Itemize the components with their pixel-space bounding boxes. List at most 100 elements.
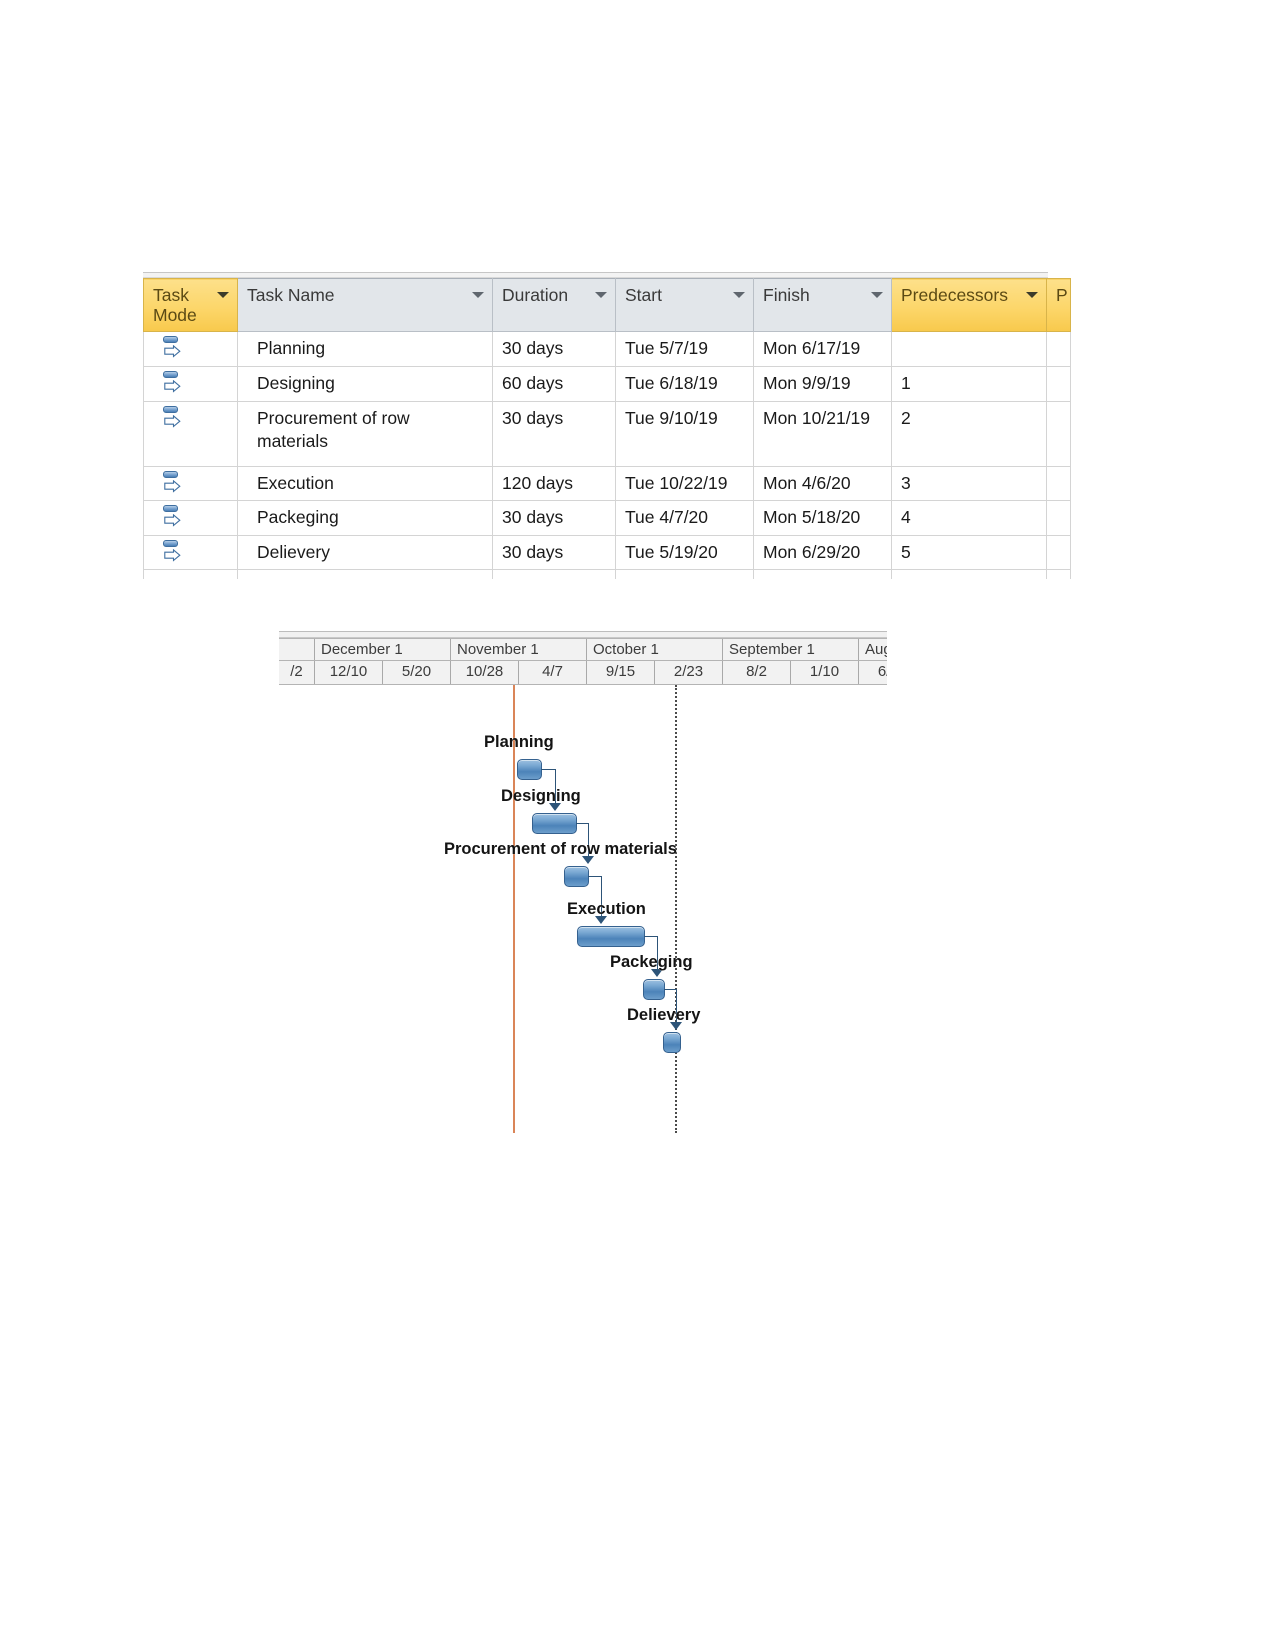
cell-start[interactable]	[615, 569, 754, 580]
cell-partial[interactable]	[1046, 331, 1071, 367]
cell-start[interactable]: Tue 4/7/20	[615, 500, 754, 536]
column-header-predecessors[interactable]: Predecessors	[891, 277, 1047, 333]
cell-finish[interactable]: Mon 6/29/20	[753, 534, 892, 571]
gantt-task-label-execution: Execution	[567, 900, 646, 918]
cell-finish[interactable]: Mon 5/18/20	[753, 500, 892, 536]
cell-start[interactable]: Tue 10/22/19	[615, 465, 754, 502]
cell-partial[interactable]	[1046, 400, 1071, 467]
filter-arrow-icon-task-mode[interactable]	[217, 292, 229, 298]
table-row[interactable]: Designing 60 days Tue 6/18/19 Mon 9/9/19…	[143, 365, 1071, 402]
cell-duration[interactable]	[492, 569, 616, 580]
filter-arrow-icon-predecessors[interactable]	[1026, 292, 1038, 298]
cell-finish[interactable]: Mon 6/17/19	[753, 331, 892, 367]
table-row-empty[interactable]	[143, 569, 1071, 580]
cell-predecessors[interactable]: 3	[891, 465, 1047, 502]
cell-predecessors[interactable]	[891, 331, 1047, 367]
auto-schedule-icon[interactable]	[162, 370, 182, 394]
cell-task-mode[interactable]	[143, 331, 238, 367]
cell-task-name[interactable]: Procurement of row materials	[237, 400, 493, 467]
cell-duration[interactable]: 30 days	[492, 400, 616, 467]
cell-partial[interactable]	[1046, 534, 1071, 571]
table-row[interactable]: Execution 120 days Tue 10/22/19 Mon 4/6/…	[143, 465, 1071, 502]
table-row[interactable]: Procurement of row materials 30 days Tue…	[143, 400, 1071, 467]
cell-duration[interactable]: 120 days	[492, 465, 616, 502]
cell-partial[interactable]	[1046, 465, 1071, 502]
table-header-row: Task Mode Task Name Duration Start Finis…	[143, 277, 1071, 333]
cell-finish[interactable]: Mon 9/9/19	[753, 365, 892, 402]
cell-duration[interactable]: 30 days	[492, 331, 616, 367]
auto-schedule-icon[interactable]	[162, 470, 182, 494]
gantt-link-planning-designing-h	[541, 769, 555, 770]
auto-schedule-icon[interactable]	[162, 335, 182, 359]
cell-duration[interactable]: 30 days	[492, 500, 616, 536]
table-row[interactable]: Planning 30 days Tue 5/7/19 Mon 6/17/19	[143, 331, 1071, 367]
gantt-task-label-designing: Designing	[501, 787, 581, 805]
cell-task-name[interactable]: Execution	[237, 465, 493, 502]
filter-arrow-icon-finish[interactable]	[871, 292, 883, 298]
cell-predecessors[interactable]: 5	[891, 534, 1047, 571]
column-header-task-mode-label: Task Mode	[153, 285, 197, 326]
cell-finish[interactable]: Mon 4/6/20	[753, 465, 892, 502]
table-body: Planning 30 days Tue 5/7/19 Mon 6/17/19 …	[143, 331, 1071, 580]
cell-predecessors[interactable]: 1	[891, 365, 1047, 402]
cell-task-mode[interactable]	[143, 569, 238, 580]
cell-task-mode[interactable]	[143, 465, 238, 502]
table-row[interactable]: Delievery 30 days Tue 5/19/20 Mon 6/29/2…	[143, 534, 1071, 571]
gantt-bar-packeging[interactable]	[643, 979, 665, 1000]
gantt-bar-planning[interactable]	[517, 759, 542, 780]
column-header-partial[interactable]: P	[1046, 277, 1071, 333]
auto-schedule-arrow-glyph	[164, 514, 181, 527]
column-header-task-name[interactable]: Task Name	[237, 277, 493, 333]
filter-arrow-icon-duration[interactable]	[595, 292, 607, 298]
table-row[interactable]: Packeging 30 days Tue 4/7/20 Mon 5/18/20…	[143, 500, 1071, 536]
filter-arrow-icon-start[interactable]	[733, 292, 745, 298]
cell-task-mode[interactable]	[143, 365, 238, 402]
cell-partial[interactable]	[1046, 500, 1071, 536]
cell-predecessors[interactable]	[891, 569, 1047, 580]
column-header-task-mode[interactable]: Task Mode	[143, 277, 238, 333]
column-header-finish-label: Finish	[763, 285, 810, 305]
cell-start[interactable]: Tue 5/7/19	[615, 331, 754, 367]
cell-start[interactable]: Tue 9/10/19	[615, 400, 754, 467]
auto-schedule-icon[interactable]	[162, 539, 182, 563]
cell-predecessors[interactable]: 2	[891, 400, 1047, 467]
cell-task-name[interactable]	[237, 569, 493, 580]
column-header-start[interactable]: Start	[615, 277, 754, 333]
gantt-bar-execution[interactable]	[577, 926, 645, 947]
column-header-finish[interactable]: Finish	[753, 277, 892, 333]
gantt-month-cell: September 1	[723, 639, 859, 660]
auto-schedule-arrow-glyph	[164, 345, 181, 358]
gantt-date-cell: 4/7	[519, 661, 587, 684]
cell-predecessors[interactable]: 4	[891, 500, 1047, 536]
gantt-task-label-procurement: Procurement of row materials	[444, 840, 677, 858]
gantt-bar-designing[interactable]	[532, 813, 577, 834]
cell-partial[interactable]	[1046, 569, 1071, 580]
gantt-bars-area[interactable]: Planning Designing Procurement of row ma…	[279, 685, 887, 1133]
gantt-date-cell: /2	[279, 661, 315, 684]
cell-partial[interactable]	[1046, 365, 1071, 402]
gantt-date-cell: 6/20	[859, 661, 887, 684]
cell-task-name[interactable]: Packeging	[237, 500, 493, 536]
cell-duration[interactable]: 60 days	[492, 365, 616, 402]
cell-task-mode[interactable]	[143, 534, 238, 571]
column-header-duration[interactable]: Duration	[492, 277, 616, 333]
cell-task-name[interactable]: Delievery	[237, 534, 493, 571]
column-header-start-label: Start	[625, 285, 662, 305]
cell-duration[interactable]: 30 days	[492, 534, 616, 571]
gantt-link-procurement-execution-h	[588, 876, 601, 877]
cell-task-name[interactable]: Planning	[237, 331, 493, 367]
cell-task-mode[interactable]	[143, 500, 238, 536]
auto-schedule-icon[interactable]	[162, 504, 182, 528]
cell-start[interactable]: Tue 5/19/20	[615, 534, 754, 571]
cell-task-mode[interactable]	[143, 400, 238, 467]
auto-schedule-icon[interactable]	[162, 405, 182, 429]
cell-finish[interactable]: Mon 10/21/19	[753, 400, 892, 467]
cell-start[interactable]: Tue 6/18/19	[615, 365, 754, 402]
gantt-bar-delievery[interactable]	[663, 1032, 681, 1053]
auto-schedule-arrow-glyph	[164, 479, 181, 493]
cell-finish[interactable]	[753, 569, 892, 580]
cell-task-name[interactable]: Designing	[237, 365, 493, 402]
gantt-task-label-packeging: Packeging	[610, 953, 693, 971]
filter-arrow-icon-task-name[interactable]	[472, 292, 484, 298]
gantt-bar-procurement[interactable]	[564, 866, 589, 887]
